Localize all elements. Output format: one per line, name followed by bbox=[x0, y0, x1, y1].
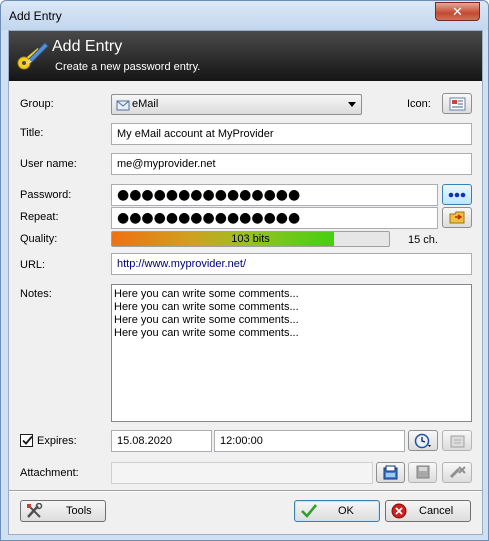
email-group-icon bbox=[116, 100, 130, 111]
password-field[interactable]: ●●●●●●●●●●●●●●● bbox=[111, 184, 438, 206]
add-entry-window: Add Entry ✕ Add Entry Create a new passw… bbox=[0, 0, 489, 541]
group-label: Group: bbox=[20, 98, 54, 110]
password-label: Password: bbox=[20, 189, 72, 201]
cancel-button-label: Cancel bbox=[419, 505, 454, 517]
group-select-value: eMail bbox=[132, 98, 159, 110]
notes-line: Here you can write some comments... bbox=[114, 327, 299, 339]
remove-attachment-icon bbox=[449, 466, 466, 479]
username-label: User name: bbox=[20, 158, 77, 170]
banner: Add Entry Create a new password entry. bbox=[9, 31, 482, 81]
button-separator bbox=[9, 490, 482, 492]
password-generator-icon bbox=[449, 211, 465, 224]
expiry-calendar-button[interactable] bbox=[442, 430, 472, 451]
group-select[interactable]: eMail bbox=[111, 94, 362, 115]
url-label: URL: bbox=[20, 259, 46, 271]
notes-line: Here you can write some comments... bbox=[114, 314, 299, 326]
quality-label: Quality: bbox=[20, 233, 58, 245]
dots-icon bbox=[448, 192, 466, 198]
title-bar[interactable]: Add Entry ✕ bbox=[1, 1, 488, 30]
username-field[interactable]: me@myprovider.net bbox=[111, 153, 472, 175]
ok-button-label: OK bbox=[338, 505, 354, 517]
password-generator-button[interactable] bbox=[442, 207, 472, 228]
icon-label: Icon: bbox=[407, 98, 431, 110]
notes-textarea[interactable]: Here you can write some comments... Here… bbox=[111, 284, 472, 422]
notes-line: Here you can write some comments... bbox=[114, 288, 299, 300]
close-button[interactable]: ✕ bbox=[435, 2, 480, 21]
dialog-body: Add Entry Create a new password entry. G… bbox=[8, 30, 483, 535]
cancel-icon bbox=[391, 503, 407, 519]
title-field[interactable]: My eMail account at MyProvider bbox=[111, 123, 472, 145]
tools-button[interactable]: Tools bbox=[20, 500, 106, 522]
character-count: 15 ch. bbox=[408, 234, 438, 246]
save-attachment-button[interactable] bbox=[408, 462, 437, 483]
checkmark-icon bbox=[22, 435, 33, 445]
url-field[interactable]: http://www.myprovider.net/ bbox=[111, 253, 472, 275]
notes-label: Notes: bbox=[20, 288, 52, 300]
notes-line: Here you can write some comments... bbox=[114, 301, 299, 313]
remove-attachment-button[interactable] bbox=[442, 462, 472, 483]
tools-button-label: Tools bbox=[66, 505, 92, 517]
cancel-button[interactable]: Cancel bbox=[385, 500, 471, 522]
attachment-label: Attachment: bbox=[20, 467, 79, 479]
check-icon bbox=[301, 504, 318, 518]
clock-icon bbox=[414, 433, 431, 449]
attachment-field bbox=[111, 462, 373, 484]
title-label: Title: bbox=[20, 127, 44, 139]
chevron-down-icon bbox=[348, 102, 356, 107]
attach-file-button[interactable] bbox=[376, 462, 405, 483]
repeat-label: Repeat: bbox=[20, 211, 59, 223]
expiry-presets-button[interactable] bbox=[408, 430, 438, 451]
calendar-icon bbox=[450, 435, 465, 448]
window-title: Add Entry bbox=[9, 9, 62, 23]
banner-title: Add Entry bbox=[52, 38, 123, 55]
icon-picker-icon bbox=[449, 97, 466, 111]
close-icon: ✕ bbox=[452, 4, 463, 19]
folder-open-icon bbox=[383, 465, 398, 480]
expiry-time-field[interactable]: 12:00:00 bbox=[214, 430, 405, 452]
key-pen-icon bbox=[17, 42, 49, 70]
expires-label[interactable]: Expires: bbox=[37, 435, 77, 447]
expires-checkbox[interactable] bbox=[20, 434, 33, 447]
tools-icon bbox=[27, 503, 43, 518]
toggle-password-visibility-button[interactable] bbox=[442, 184, 472, 205]
repeat-password-field[interactable]: ●●●●●●●●●●●●●●● bbox=[111, 207, 438, 229]
floppy-disk-icon bbox=[416, 465, 430, 479]
quality-text: 103 bits bbox=[231, 233, 270, 245]
banner-subtitle: Create a new password entry. bbox=[55, 61, 201, 73]
icon-picker-button[interactable] bbox=[442, 93, 472, 114]
password-quality-bar: 103 bits bbox=[111, 231, 390, 247]
expiry-date-field[interactable]: 15.08.2020 bbox=[111, 430, 212, 452]
ok-button[interactable]: OK bbox=[294, 500, 380, 522]
